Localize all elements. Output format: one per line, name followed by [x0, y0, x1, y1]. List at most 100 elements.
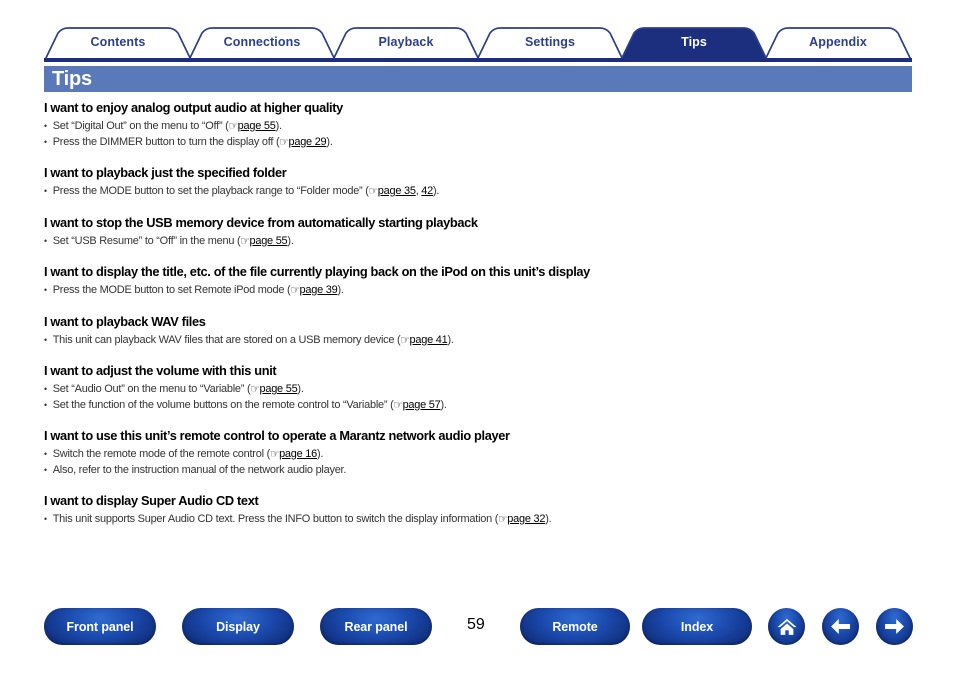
pointing-hand-icon: ☞: [250, 383, 260, 396]
bullet-text-tail: ).: [287, 234, 294, 247]
bullet-text: This unit supports Super Audio CD text. …: [52, 513, 499, 525]
tip-heading: I want to stop the USB memory device fro…: [44, 214, 478, 230]
tab-settings[interactable]: Settings: [476, 27, 624, 60]
page-link[interactable]: page 55: [249, 235, 287, 247]
page-link[interactable]: page 57: [403, 399, 441, 411]
tab-label: Playback: [378, 35, 434, 50]
page-title: Tips: [52, 68, 92, 90]
footer-nav: Index Remote Rear panel Display Front panel …: [0, 608, 954, 650]
bullet-text: Set “USB Resume” to “Off” in the menu (: [52, 234, 241, 247]
tip-bullet: Set “USB Resume” to “Off” in the menu (☞…: [44, 234, 898, 250]
page-link[interactable]: page 55: [238, 120, 276, 132]
pointing-hand-icon: ☞: [228, 120, 239, 133]
tip-section: I want to display Super Audio CD text Thi…: [44, 493, 924, 528]
arrow-right-icon: [883, 618, 906, 635]
page-link[interactable]: page 55: [260, 383, 298, 395]
pointing-hand-icon: ☞: [498, 513, 508, 526]
back-button[interactable]: [822, 608, 859, 645]
tip-bullet: Set “Audio Out” on the menu to “Variable…: [44, 382, 898, 398]
bullet-text-tail: ).: [440, 398, 447, 411]
tip-bullet: Press the MODE button to set Remote iPod…: [44, 283, 898, 299]
tab-playback[interactable]: Playback: [332, 27, 480, 60]
bullet-text: Set “Audio Out” on the menu to “Variable…: [52, 383, 251, 395]
tab-contents[interactable]: Contents: [44, 27, 192, 60]
tip-heading: I want to use this unit’s remote control…: [44, 428, 510, 443]
tab-tips[interactable]: Tips: [620, 27, 768, 60]
tab-label: Tips: [681, 35, 707, 50]
page-link[interactable]: page 32: [507, 513, 545, 525]
bullet-text: Press the MODE button to set Remote iPod…: [52, 284, 291, 296]
tip-heading: I want to display the title, etc. of the…: [44, 264, 590, 279]
pointing-hand-icon: ☞: [290, 284, 300, 297]
tip-heading: I want to enjoy analog output audio at h…: [44, 100, 343, 115]
bullet-text: Set the function of the volume buttons o…: [52, 398, 394, 411]
bullet-text-tail: ).: [433, 185, 440, 197]
pointing-hand-icon: ☞: [279, 136, 289, 148]
home-button[interactable]: [768, 608, 805, 645]
bullet-text: Press the DIMMER button to turn the disp…: [52, 135, 280, 148]
tip-bullet: Switch the remote mode of the remote con…: [44, 447, 898, 463]
page-link[interactable]: page 41: [410, 334, 448, 346]
tab-bar: Contents Connections Playback Settings Tips A…: [44, 27, 912, 60]
section-banner: Tips: [44, 66, 912, 92]
bullet-text-tail: ).: [275, 120, 282, 132]
tip-bullet: This unit can playback WAV files that ar…: [44, 333, 898, 349]
bullet-text: Also, refer to the instruction manual of…: [52, 463, 347, 476]
tip-heading: I want to playback just the specified fo…: [44, 165, 287, 180]
tip-heading: I want to adjust the volume with this un…: [44, 363, 277, 378]
tab-label: Connections: [223, 35, 301, 50]
tip-heading: I want to playback WAV files: [44, 313, 206, 329]
tip-bullet: This unit supports Super Audio CD text. …: [44, 512, 898, 528]
footer-button-label: Display: [216, 619, 260, 634]
tip-bullet: Press the DIMMER button to turn the disp…: [44, 135, 898, 151]
content-area: I want to enjoy analog output audio at h…: [44, 100, 924, 528]
forward-button[interactable]: [876, 608, 913, 645]
bullet-text-tail: ).: [545, 513, 552, 525]
footer-button-label: Rear panel: [344, 619, 408, 634]
bullet-text-tail: ).: [297, 383, 304, 395]
pointing-hand-icon: ☞: [368, 185, 379, 198]
tip-bullet: Also, refer to the instruction manual of…: [44, 463, 898, 479]
bullet-text: Press the MODE button to set the playbac…: [52, 185, 369, 197]
bullet-text-tail: ).: [316, 448, 324, 460]
page-link[interactable]: page 39: [300, 284, 338, 296]
tip-section: I want to playback just the specified fo…: [44, 165, 924, 200]
tip-bullet: Set “Digital Out” on the menu to “Off” (…: [44, 119, 898, 135]
page-link[interactable]: page 29: [289, 136, 327, 148]
footer-button-remote[interactable]: Remote: [520, 608, 630, 645]
pointing-hand-icon: ☞: [400, 334, 410, 346]
pointing-hand-icon: ☞: [240, 235, 250, 247]
footer-button-index[interactable]: Index: [642, 608, 752, 645]
footer-button-front-panel[interactable]: Front panel: [44, 608, 156, 645]
bullet-text-tail: ).: [326, 135, 333, 148]
tip-section: I want to use this unit’s remote control…: [44, 428, 924, 478]
bullet-text-tail: ).: [337, 284, 344, 296]
footer-button-rear-panel[interactable]: Rear panel: [320, 608, 432, 645]
tab-bottom-rule: [44, 58, 912, 62]
footer-button-label: Remote: [552, 619, 598, 634]
tab-appendix[interactable]: Appendix: [764, 27, 912, 60]
page-link[interactable]: page 35: [378, 185, 416, 197]
bullet-text: Switch the remote mode of the remote con…: [52, 448, 270, 460]
bullet-text-tail: ).: [447, 333, 454, 346]
footer-button-display[interactable]: Display: [182, 608, 294, 645]
arrow-left-icon: [829, 618, 852, 635]
manual-page: Contents Connections Playback Settings Tips A…: [0, 0, 954, 673]
page-number: 59: [467, 616, 485, 633]
tab-connections[interactable]: Connections: [188, 27, 336, 60]
bullet-text: This unit can playback WAV files that ar…: [52, 333, 401, 346]
tip-heading: I want to display Super Audio CD text: [44, 493, 259, 508]
page-link[interactable]: page 16: [279, 448, 317, 460]
bullet-text: Set “Digital Out” on the menu to “Off” (: [52, 120, 229, 132]
tip-section: I want to stop the USB memory device fro…: [44, 215, 924, 250]
footer-button-label: Index: [680, 619, 714, 634]
footer-button-label: Front panel: [66, 619, 134, 634]
tab-label: Settings: [524, 35, 576, 50]
page-link[interactable]: 42: [421, 185, 433, 197]
tab-label: Appendix: [809, 35, 867, 50]
tab-label: Contents: [90, 35, 146, 50]
tip-section: I want to display the title, etc. of the…: [44, 264, 924, 299]
pointing-hand-icon: ☞: [269, 448, 280, 461]
home-icon: [776, 617, 798, 637]
tip-section: I want to playback WAV files This unit ca…: [44, 314, 924, 349]
